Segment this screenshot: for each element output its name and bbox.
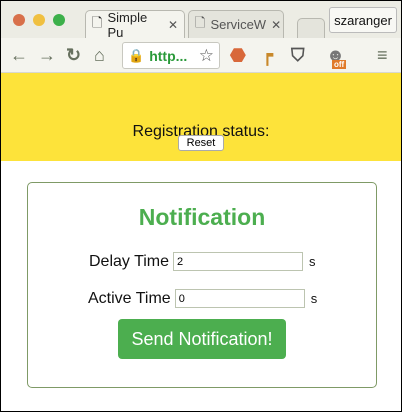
close-tab-icon[interactable]: ✕ bbox=[271, 18, 281, 32]
close-tab-icon[interactable]: ✕ bbox=[168, 18, 178, 32]
bookmark-star-icon[interactable]: ☆ bbox=[199, 46, 214, 66]
toolbar: ← → ↻ ⌂ 🔒 http... ☆ ⬣ ┍ ⛉ ☻ off ≡ bbox=[1, 38, 401, 73]
reset-button[interactable]: Reset bbox=[178, 135, 224, 151]
tab-serviceworker[interactable]: 🗋 ServiceW ✕ bbox=[188, 10, 284, 38]
delay-unit: s bbox=[309, 254, 316, 269]
new-tab-button[interactable] bbox=[297, 18, 325, 38]
active-unit: s bbox=[310, 291, 318, 306]
pocket-icon[interactable]: ⛉ bbox=[291, 45, 305, 66]
address-bar[interactable]: 🔒 http... ☆ bbox=[122, 42, 220, 69]
reload-icon[interactable]: ↻ bbox=[66, 45, 81, 66]
delay-label: Delay Time bbox=[89, 252, 170, 270]
delay-row: Delay Time s bbox=[89, 252, 316, 271]
page-icon: 🗋 bbox=[195, 14, 206, 30]
page-icon: 🗋 bbox=[92, 14, 103, 30]
menu-icon[interactable]: ≡ bbox=[377, 45, 388, 66]
active-row: Active Time s bbox=[88, 289, 317, 308]
send-notification-button[interactable]: Send Notification! bbox=[118, 319, 286, 359]
profile-button[interactable]: szaranger bbox=[329, 7, 397, 33]
forward-icon[interactable]: → bbox=[38, 45, 56, 66]
tab-simple-push[interactable]: 🗋 Simple Pu ✕ bbox=[85, 10, 185, 40]
active-time-input[interactable] bbox=[174, 289, 305, 308]
minimize-window-button[interactable] bbox=[33, 14, 45, 26]
browser-window: 🗋 Simple Pu ✕ 🗋 ServiceW ✕ szaranger ← →… bbox=[1, 1, 401, 411]
crane-icon[interactable]: ┍ bbox=[262, 45, 273, 66]
home-icon[interactable]: ⌂ bbox=[94, 45, 105, 66]
notification-title: Notification bbox=[138, 204, 266, 230]
ublock-icon[interactable]: ⬣ bbox=[230, 45, 246, 66]
back-icon[interactable]: ← bbox=[10, 45, 28, 66]
maximize-window-button[interactable] bbox=[53, 14, 65, 26]
notification-card: Notification Delay Time s Active Time s … bbox=[27, 182, 377, 388]
tab-bar: 🗋 Simple Pu ✕ 🗋 ServiceW ✕ szaranger bbox=[1, 1, 401, 40]
lock-icon: 🔒 bbox=[128, 47, 145, 63]
extension-badge: off bbox=[332, 60, 347, 69]
active-label: Active Time bbox=[88, 289, 171, 307]
delay-time-input[interactable] bbox=[173, 252, 304, 271]
close-window-button[interactable] bbox=[13, 14, 25, 26]
